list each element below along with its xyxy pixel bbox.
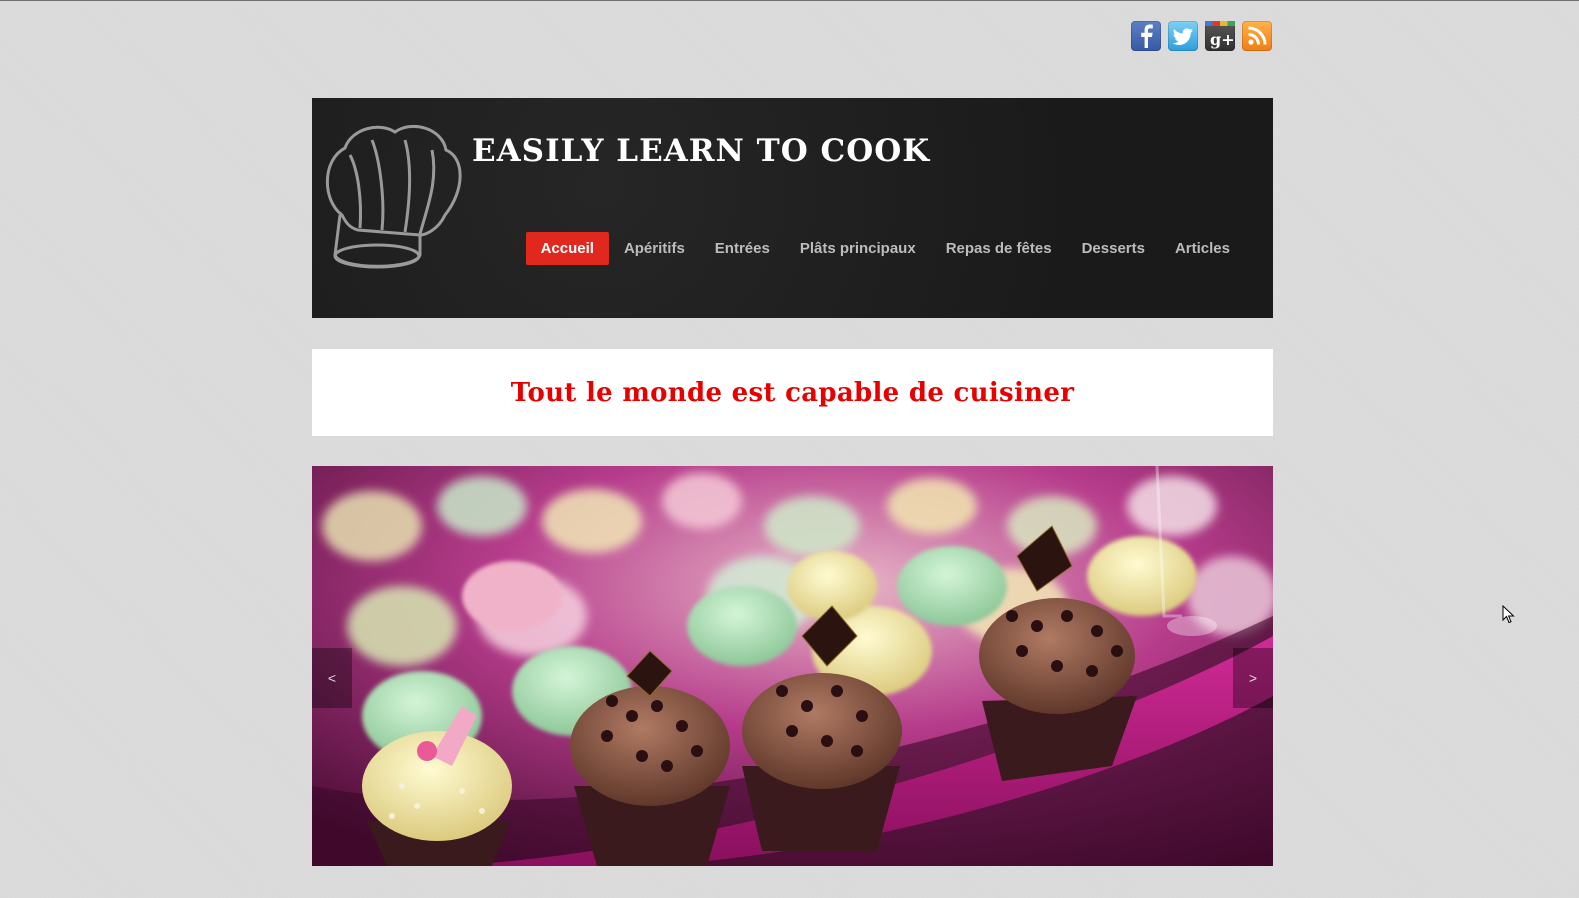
- rss-icon[interactable]: [1242, 21, 1272, 51]
- facebook-icon[interactable]: [1131, 21, 1161, 51]
- top-border: [0, 0, 1579, 1]
- google-plus-icon[interactable]: g+: [1205, 21, 1235, 51]
- nav-item-desserts[interactable]: Desserts: [1067, 232, 1160, 265]
- slider-prev-button[interactable]: <: [312, 648, 352, 708]
- nav-item-accueil[interactable]: Accueil: [525, 232, 609, 265]
- main-nav: Accueil Apéritifs Entrées Plâts principa…: [525, 232, 1245, 265]
- site-title[interactable]: EASILY LEARN TO COOK: [472, 133, 930, 169]
- chef-hat-icon[interactable]: [320, 120, 465, 280]
- mouse-cursor-icon: [1502, 604, 1516, 630]
- svg-text:g+: g+: [1210, 30, 1235, 49]
- social-links: g+: [1131, 21, 1272, 51]
- nav-item-aperitifs[interactable]: Apéritifs: [609, 232, 700, 265]
- nav-item-plats-principaux[interactable]: Plâts principaux: [785, 232, 931, 265]
- cupcakes-slide-image: [312, 466, 1273, 866]
- slider-next-button[interactable]: >: [1233, 648, 1273, 708]
- tagline-banner: Tout le monde est capable de cuisiner: [312, 349, 1273, 436]
- site-header: EASILY LEARN TO COOK Accueil Apéritifs E…: [312, 98, 1273, 318]
- nav-item-articles[interactable]: Articles: [1160, 232, 1245, 265]
- nav-item-entrees[interactable]: Entrées: [700, 232, 785, 265]
- image-slider: < >: [312, 466, 1273, 866]
- tagline-text: Tout le monde est capable de cuisiner: [510, 377, 1075, 408]
- nav-item-repas-de-fetes[interactable]: Repas de fêtes: [931, 232, 1067, 265]
- twitter-icon[interactable]: [1168, 21, 1198, 51]
